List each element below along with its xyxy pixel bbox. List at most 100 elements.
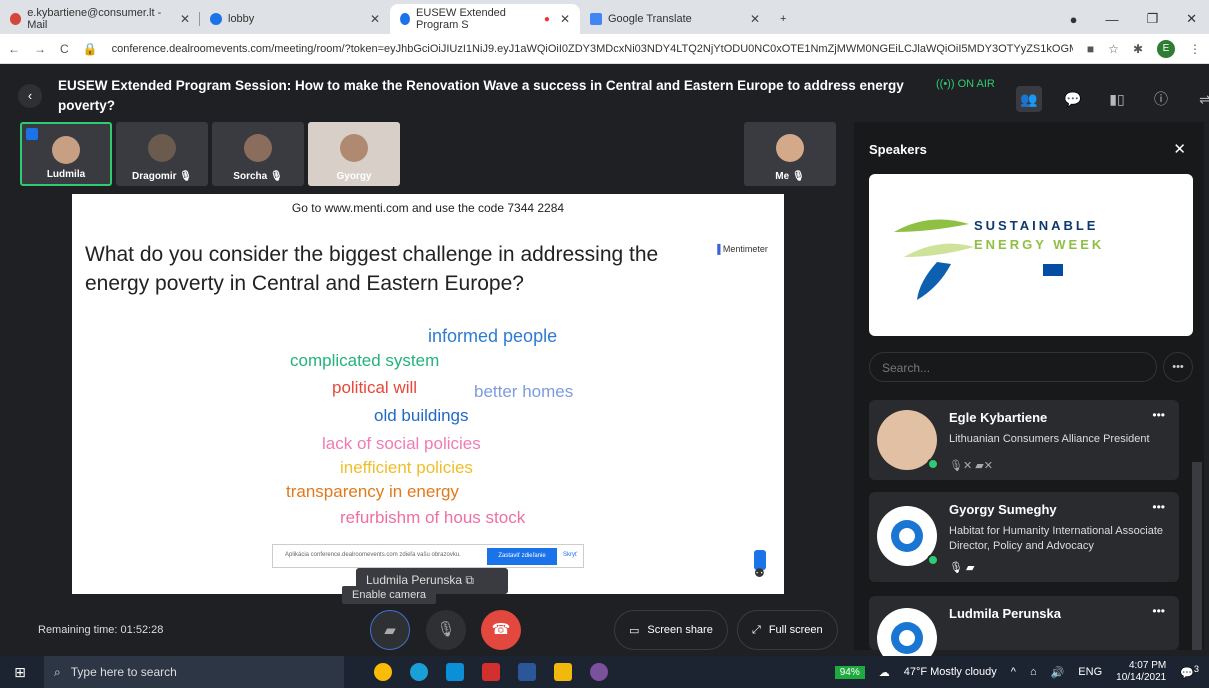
screen-share-notice: Aplikácia conference.dealroomevents.com … (272, 544, 584, 568)
edge-icon[interactable] (410, 663, 428, 681)
close-icon[interactable]: ✕ (1173, 140, 1186, 158)
browser-tab-bar: e.kybartiene@consumer.lt - Mail ✕ lobby … (0, 0, 1209, 34)
tab-lobby[interactable]: lobby ✕ (200, 4, 390, 34)
search-icon: ⌕ (54, 664, 61, 679)
more-options-button[interactable]: ••• (1163, 352, 1193, 382)
camera-off-icon: ▰ (384, 622, 396, 639)
tab-eusew[interactable]: EUSEW Extended Program S ● ✕ (390, 4, 580, 34)
banner-title-1: SUSTAINABLE (974, 218, 1099, 233)
tab-google-translate[interactable]: Google Translate ✕ (580, 4, 770, 34)
camera-icon[interactable]: ■ (1087, 42, 1094, 56)
speaker-card[interactable]: Ludmila Perunska ••• (869, 596, 1179, 668)
menu-icon[interactable]: ⋮ (1189, 42, 1201, 56)
tab-mail[interactable]: e.kybartiene@consumer.lt - Mail ✕ (0, 4, 200, 34)
event-banner: SUSTAINABLE ENERGY WEEK (869, 174, 1193, 336)
mic-toggle-button[interactable]: 🎙 (426, 610, 466, 650)
slide-question: What do you consider the biggest challen… (85, 243, 659, 295)
remaining-time: Remaining time: 01:52:28 (38, 624, 164, 636)
participant-tile[interactable]: Gyorgy (308, 122, 400, 186)
language-indicator[interactable]: ENG (1078, 666, 1102, 678)
dealroom-icon (400, 13, 411, 25)
speaker-card[interactable]: Gyorgy Sumeghy Habitat for Humanity Inte… (869, 492, 1179, 582)
taskbar-search-input[interactable]: ⌕ Type here to search (44, 656, 344, 688)
profile-avatar[interactable]: E (1157, 39, 1175, 58)
online-status-icon (927, 554, 939, 566)
extensions-icon[interactable]: ✱ (1133, 42, 1143, 56)
more-icon[interactable]: ••• (1152, 604, 1165, 618)
word-cloud-item: refurbishm of hous stock (340, 508, 526, 527)
account-icon[interactable]: ● (1070, 12, 1078, 27)
camera-toggle-button[interactable]: ▰ (370, 610, 410, 650)
participant-tile[interactable]: Sorcha 🎙 (212, 122, 304, 186)
security-icon[interactable] (482, 663, 500, 681)
mic-muted-icon: 🎙✕ ▰✕ (949, 460, 993, 472)
close-icon[interactable]: ✕ (370, 12, 380, 26)
forward-icon[interactable]: → (34, 42, 46, 56)
network-icon[interactable]: ⌂ (1030, 666, 1037, 678)
more-icon[interactable]: ••• (1152, 500, 1165, 514)
stop-sharing-button[interactable]: Zastaviť zdieľanie (487, 548, 557, 565)
chrome-icon[interactable] (374, 663, 392, 681)
person-icon: ⚉ (754, 566, 765, 580)
close-icon[interactable]: ✕ (560, 12, 570, 26)
clock[interactable]: 4:07 PM 10/14/2021 (1116, 660, 1166, 684)
self-tile[interactable]: Me 🎙 (744, 122, 836, 186)
close-icon[interactable]: ✕ (180, 12, 190, 26)
participant-tile[interactable]: Ludmila (20, 122, 112, 186)
session-header: ‹ EUSEW Extended Program Session: How to… (18, 72, 1209, 120)
maximize-icon[interactable]: ❐ (1146, 11, 1158, 27)
screen-share-button[interactable]: ▭ Screen share (614, 610, 728, 650)
pin-icon[interactable] (26, 128, 38, 140)
word-cloud-item: political will (332, 378, 418, 397)
volume-icon[interactable]: 🔊 (1051, 666, 1065, 679)
new-tab-button[interactable]: + (770, 4, 796, 34)
leave-call-button[interactable]: ☎ (481, 610, 521, 650)
star-icon[interactable]: ☆ (1108, 42, 1119, 56)
more-icon[interactable]: ••• (1152, 408, 1165, 422)
back-icon[interactable]: ← (8, 42, 20, 56)
avatar (776, 134, 804, 162)
session-title: EUSEW Extended Program Session: How to m… (58, 78, 904, 113)
chat-icon[interactable]: 💬 (1060, 86, 1086, 112)
skype-icon[interactable] (446, 663, 464, 681)
word-cloud-item: old buildings (374, 406, 469, 425)
close-icon[interactable]: ✕ (750, 12, 760, 26)
participant-strip: Ludmila Dragomir 🎙 Sorcha 🎙 Gyorgy Me 🎙 (20, 122, 836, 186)
scrollbar[interactable] (1192, 462, 1202, 650)
window-close-icon[interactable]: ✕ (1186, 11, 1197, 27)
minimize-icon[interactable]: — (1105, 12, 1118, 27)
settings-icon[interactable]: ⇌ (1192, 86, 1209, 112)
speakers-panel: Speakers ✕ SUSTAINABLE ENERGY WEEK Searc… (854, 122, 1204, 668)
participant-tile[interactable]: Dragomir 🎙 (116, 122, 208, 186)
notification-icon[interactable]: 💬3 (1180, 664, 1199, 680)
screen-icon: ⧉ (465, 573, 474, 587)
url-field[interactable]: conference.dealroomevents.com/meeting/ro… (112, 43, 1073, 55)
eu-flag-icon (1043, 264, 1063, 276)
speaker-card[interactable]: Egle Kybartiene Lithuanian Consumers All… (869, 400, 1179, 480)
back-button[interactable]: ‹ (18, 84, 42, 108)
online-status-icon (927, 458, 939, 470)
hide-share-notice[interactable]: Skryť (563, 552, 577, 558)
tray-expand-icon[interactable]: ^ (1011, 666, 1016, 678)
mentimeter-icon: ▐ (714, 244, 721, 254)
word-icon[interactable] (518, 663, 536, 681)
info-icon[interactable]: ⓘ (1148, 86, 1174, 112)
full-screen-button[interactable]: ⤢ Full screen (737, 610, 838, 650)
mic-camera-icon: 🎙 ▰ (949, 562, 975, 574)
screen-share-icon: ▭ (629, 624, 640, 637)
windows-start-icon[interactable]: ⊞ (0, 664, 40, 681)
mic-muted-icon: 🎙 (269, 171, 283, 182)
file-explorer-icon[interactable] (554, 663, 572, 681)
avatar (340, 134, 368, 162)
broadcast-icon: ((•)) (936, 78, 958, 90)
people-icon[interactable]: 👥 (1016, 86, 1042, 112)
avatar (52, 136, 80, 164)
weather-status[interactable]: 47°F Mostly cloudy (904, 666, 997, 678)
word-cloud-item: informed people (428, 326, 558, 346)
battery-status[interactable]: 94% (834, 665, 865, 679)
poll-icon[interactable]: ▮▯ (1104, 86, 1130, 112)
meeting-app: ‹ EUSEW Extended Program Session: How to… (0, 64, 1209, 668)
reload-icon[interactable]: C (60, 42, 69, 56)
speaker-search-input[interactable]: Search... (869, 352, 1157, 382)
viber-icon[interactable] (590, 663, 608, 681)
